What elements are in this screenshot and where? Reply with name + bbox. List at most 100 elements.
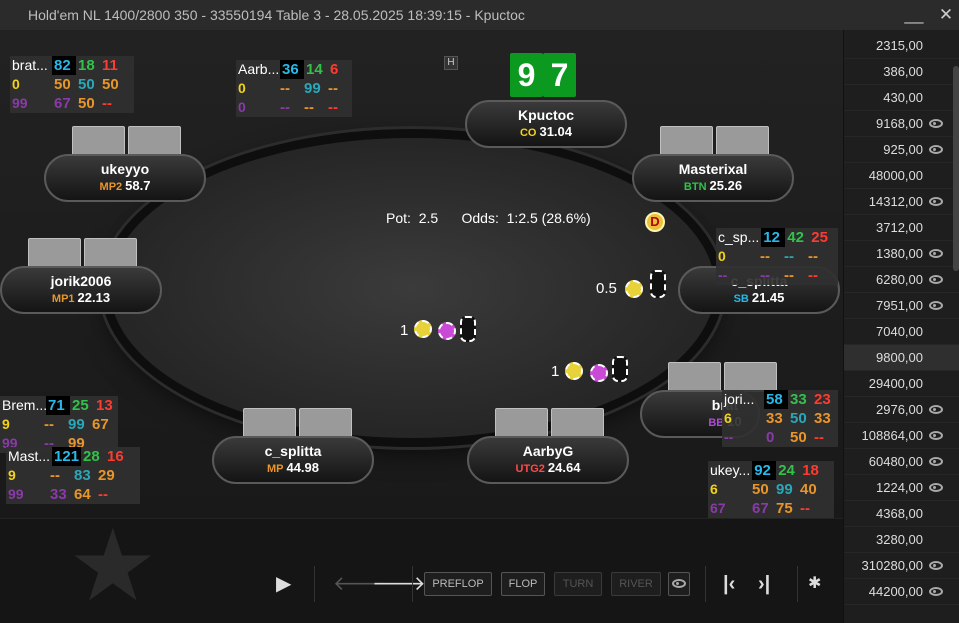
- hand-pot-value: 1380,00: [876, 246, 923, 261]
- hud-jori[interactable]: jori... 58 33 23 6 33 50 33 -- 0 50 --: [722, 390, 838, 447]
- seat-masterixal[interactable]: Masterixal BTN 25.26: [632, 154, 794, 202]
- play-button[interactable]: ▶: [276, 572, 291, 596]
- seat-ukeyyo[interactable]: ukeyyo MP2 58.7: [44, 154, 206, 202]
- notes-icon[interactable]: H: [444, 56, 458, 70]
- hand-history-item[interactable]: 3712,00: [844, 215, 959, 241]
- hud-stat: --: [814, 429, 824, 446]
- hud-stat: 67: [92, 416, 109, 433]
- eye-icon[interactable]: [929, 483, 943, 492]
- hud-stat: 121: [52, 447, 82, 466]
- hand-history-item[interactable]: 108864,00: [844, 423, 959, 449]
- hand-pot-value: 9800,00: [876, 350, 923, 365]
- eye-icon[interactable]: [929, 431, 943, 440]
- close-button[interactable]: ✕: [935, 4, 957, 26]
- seat-hero[interactable]: Kpuctoc CO 31.04: [465, 100, 627, 148]
- settings-gear-icon[interactable]: ✱: [808, 572, 821, 596]
- hand-history-item[interactable]: 1380,00: [844, 241, 959, 267]
- hand-history-item[interactable]: 386,00: [844, 59, 959, 85]
- hud-stat: 6: [330, 61, 339, 78]
- hand-history-item[interactable]: 9168,00: [844, 111, 959, 137]
- hud-stat: 99: [68, 416, 85, 433]
- hand-history-item[interactable]: 1224,00: [844, 475, 959, 501]
- hud-row: -- -- -- --: [716, 266, 838, 285]
- chip-icon: [565, 362, 583, 380]
- hud-row: brat... 82 18 11: [10, 56, 134, 75]
- hand-history-item[interactable]: 7951,00: [844, 293, 959, 319]
- hud-row: 99 33 64 --: [6, 485, 140, 504]
- eye-icon[interactable]: [929, 275, 943, 284]
- hud-stat: 64: [74, 486, 91, 503]
- hud-row: 0 50 50 50: [10, 75, 134, 94]
- hud-aarb[interactable]: Aarb... 36 14 6 0 -- 99 -- 0 -- -- --: [236, 60, 352, 117]
- river-button[interactable]: RIVER: [611, 572, 661, 596]
- hud-row: 6 50 99 40: [708, 480, 834, 499]
- hud-stat: --: [98, 486, 108, 503]
- eye-icon[interactable]: [929, 301, 943, 310]
- seat-jorik2006[interactable]: jorik2006 MP1 22.13: [0, 266, 162, 314]
- hud-player-name: Aarb...: [238, 61, 280, 77]
- hud-player-name: ukey...: [710, 462, 751, 478]
- preflop-button[interactable]: PREFLOP: [424, 572, 492, 596]
- hand-history-item[interactable]: 2315,00: [844, 33, 959, 59]
- hud-stat: 50: [790, 429, 807, 446]
- eye-icon[interactable]: [929, 587, 943, 596]
- hand-history-item[interactable]: 925,00: [844, 137, 959, 163]
- hud-stat: 50: [102, 76, 119, 93]
- seat-csplitta-mp[interactable]: c_splitta MP 44.98: [212, 436, 374, 484]
- hud-stat: --: [784, 248, 794, 265]
- hand-pot-value: 48000,00: [868, 168, 923, 183]
- hud-mast[interactable]: Mast... 121 28 16 9 -- 83 29 99 33 64 --: [6, 447, 140, 504]
- seat-position: CO: [519, 127, 537, 139]
- hud-stat: 71: [46, 396, 70, 415]
- turn-button[interactable]: TURN: [554, 572, 602, 596]
- eye-icon[interactable]: [929, 119, 943, 128]
- hud-stat: 40: [800, 481, 817, 498]
- hand-history-list: 2315,00 386,00 430,00 9168,00 925,00 48000,00…: [843, 30, 959, 623]
- hand-history-item[interactable]: 310280,00: [844, 553, 959, 579]
- eye-icon[interactable]: [929, 249, 943, 258]
- hand-history-item[interactable]: 4368,00: [844, 501, 959, 527]
- hud-csp[interactable]: c_sp... 12 42 25 0 -- -- -- -- -- -- --: [716, 228, 838, 285]
- hand-history-item[interactable]: 44200,00: [844, 579, 959, 605]
- show-cards-button[interactable]: [668, 572, 690, 596]
- hero-card-2: 7: [543, 53, 576, 97]
- hand-history-item[interactable]: 3280,00: [844, 527, 959, 553]
- flop-button[interactable]: FLOP: [501, 572, 545, 596]
- next-action-button[interactable]: 🡒: [372, 572, 426, 596]
- hand-pot-value: 6280,00: [876, 272, 923, 287]
- eye-icon[interactable]: [929, 145, 943, 154]
- hand-history-item[interactable]: 14312,00: [844, 189, 959, 215]
- hud-row: ukey... 92 24 18: [708, 461, 834, 480]
- hud-player-name: brat...: [12, 57, 48, 73]
- hud-stat: 33: [50, 486, 67, 503]
- eye-icon[interactable]: [929, 457, 943, 466]
- hud-ukey[interactable]: ukey... 92 24 18 6 50 99 40 67 67 75 --: [708, 461, 834, 518]
- eye-icon[interactable]: [929, 405, 943, 414]
- seat-name: c_splitta: [264, 443, 322, 459]
- scrollbar[interactable]: [953, 66, 959, 271]
- eye-icon[interactable]: [929, 197, 943, 206]
- hand-history-item[interactable]: 60480,00: [844, 449, 959, 475]
- hand-history-item[interactable]: 29400,00: [844, 371, 959, 397]
- hand-history-item[interactable]: 430,00: [844, 85, 959, 111]
- hud-brem[interactable]: Brem... 71 25 13 9 -- 99 67 99 -- 99: [0, 396, 118, 453]
- hud-stat: 99: [8, 486, 24, 502]
- hud-brat[interactable]: brat... 82 18 11 0 50 50 50 99 67 50 --: [10, 56, 134, 113]
- hand-history-item[interactable]: 6280,00: [844, 267, 959, 293]
- last-hand-button[interactable]: ›|: [758, 572, 770, 596]
- hud-stat: 25: [811, 229, 828, 246]
- first-hand-button[interactable]: |‹: [723, 572, 735, 596]
- hand-history-item[interactable]: 7040,00: [844, 319, 959, 345]
- chip-icon: [438, 322, 456, 340]
- eye-icon[interactable]: [929, 561, 943, 570]
- card-back: [84, 238, 137, 268]
- hud-row: 9 -- 99 67: [0, 415, 118, 434]
- seat-stack: 25.26: [709, 178, 743, 193]
- hud-row: Mast... 121 28 16: [6, 447, 140, 466]
- hand-history-item[interactable]: 2976,00: [844, 397, 959, 423]
- seat-aarbyg[interactable]: AarbyG UTG2 24.64: [467, 436, 629, 484]
- hand-history-item[interactable]: 48000,00: [844, 163, 959, 189]
- minimize-button[interactable]: __: [903, 4, 925, 26]
- hand-history-item[interactable]: 9800,00: [844, 345, 959, 371]
- hud-stat: --: [304, 99, 314, 116]
